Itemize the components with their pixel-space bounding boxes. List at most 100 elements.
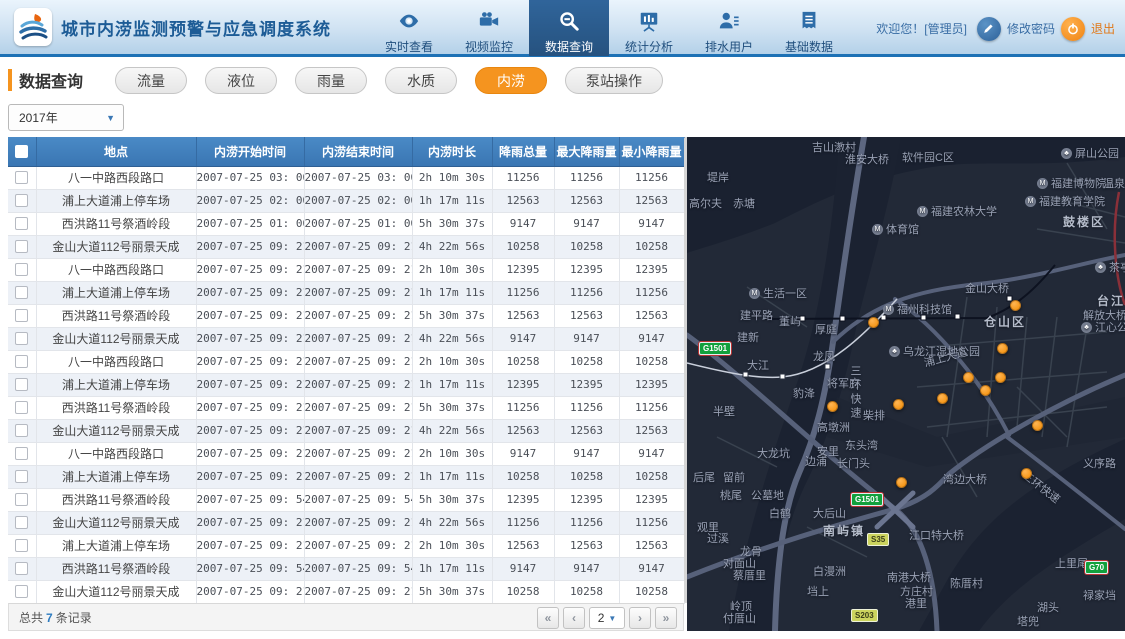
map-label: M 生活一区 <box>749 285 807 301</box>
row-checkbox[interactable] <box>15 585 29 598</box>
prev-page-button[interactable]: ‹ <box>563 607 585 629</box>
metro-icon: M <box>749 287 760 299</box>
nav-item-3[interactable]: 数据查询 <box>529 0 609 56</box>
waterlogging-marker[interactable] <box>995 372 1006 383</box>
app-logo-icon <box>14 8 52 46</box>
waterlogging-marker[interactable] <box>893 399 904 410</box>
logout-link[interactable]: 退出 <box>1091 20 1115 37</box>
nav-item-label: 统计分析 <box>624 39 673 54</box>
cell-min-rainfall: 10258 <box>619 235 685 259</box>
park-icon: ♣ <box>1081 321 1092 333</box>
row-checkbox[interactable] <box>15 263 29 276</box>
table-row[interactable]: 八一中路西段路口 2007-07-25 09: 21 2007-07-25 09: … <box>8 258 685 282</box>
table-row[interactable]: 西洪路11号祭酒岭段 2007-07-25 09: 54 2007-07-25 09… <box>8 557 685 581</box>
change-password-link[interactable]: 修改密码 <box>1007 20 1055 37</box>
table-row[interactable]: 西洪路11号祭酒岭段 2007-07-25 09: 54 2007-07-25 09… <box>8 488 685 512</box>
table-row[interactable]: 金山大道112号丽景天成 2007-07-25 09: 21 2007-07-25 … <box>8 419 685 443</box>
row-checkbox[interactable] <box>15 286 29 299</box>
select-all-checkbox[interactable] <box>15 144 29 158</box>
tab-4[interactable]: 水质 <box>385 66 458 94</box>
table-row[interactable]: 西洪路11号祭酒岭段 2007-07-25 01: 00 2007-07-25 01… <box>8 212 685 236</box>
row-checkbox[interactable] <box>15 217 29 230</box>
table-row[interactable]: 八一中路西段路口 2007-07-25 03: 00 2007-07-25 03: … <box>8 166 685 190</box>
map-label: 南屿镇 <box>823 522 865 539</box>
waterlogging-marker[interactable] <box>868 317 879 328</box>
cell-duration: 5h 30m 37s <box>412 396 493 420</box>
map-label: 湖头 <box>1037 599 1059 615</box>
cell-total-rainfall: 12563 <box>492 419 555 443</box>
row-checkbox[interactable] <box>15 562 29 575</box>
row-checkbox[interactable] <box>15 378 29 391</box>
row-checkbox[interactable] <box>15 309 29 322</box>
map-label: M 福建农林大学 <box>917 203 997 219</box>
cell-location: 西洪路11号祭酒岭段 <box>36 304 197 328</box>
map-panel[interactable]: 吉山漖村 淮安大桥 软件园C区 ♣ 屏山公园 堤岸 M 福建博物院 温泉 高尔夫 赤塘 M 福建教育学院… <box>687 137 1125 631</box>
waterlogging-marker[interactable] <box>937 393 948 404</box>
row-checkbox[interactable] <box>15 401 29 414</box>
nav-item-1[interactable]: 实时查看 <box>369 0 449 56</box>
year-select[interactable]: 2017年 ▼ <box>8 104 124 131</box>
map-label-text: 半壁 <box>713 406 735 418</box>
tab-1[interactable]: 流量 <box>115 66 188 94</box>
cell-end-time: 2007-07-25 09: 21 <box>304 465 413 489</box>
waterlogging-marker[interactable] <box>827 401 838 412</box>
row-checkbox[interactable] <box>15 194 29 207</box>
table-row[interactable]: 西洪路11号祭酒岭段 2007-07-25 09: 21 2007-07-25 09… <box>8 396 685 420</box>
cell-total-rainfall: 12395 <box>492 373 555 397</box>
table-row[interactable]: 八一中路西段路口 2007-07-25 09: 21 2007-07-25 09: … <box>8 350 685 374</box>
nav-item-2[interactable]: 视频监控 <box>449 0 529 56</box>
row-checkbox[interactable] <box>15 424 29 437</box>
first-page-button[interactable]: « <box>537 607 559 629</box>
cell-duration: 1h 17m 11s <box>412 281 493 305</box>
cell-checkbox <box>8 580 37 604</box>
page-select[interactable]: 2 ▼ <box>589 607 625 629</box>
row-checkbox[interactable] <box>15 470 29 483</box>
category-tabs: 流量 液位 雨量 水质 内涝 泵站操作 <box>115 66 664 94</box>
table-row[interactable]: 金山大道112号丽景天成 2007-07-25 09: 21 2007-07-25 … <box>8 511 685 535</box>
tab-6[interactable]: 泵站操作 <box>565 66 664 94</box>
nav-item-5[interactable]: 排水用户 <box>689 0 769 56</box>
table-row[interactable]: 浦上大道浦上停车场 2007-07-25 09: 21 2007-07-25 09:… <box>8 281 685 305</box>
cell-location: 浦上大道浦上停车场 <box>36 189 197 213</box>
waterlogging-marker[interactable] <box>1032 420 1043 431</box>
cell-total-rainfall: 11256 <box>492 166 555 190</box>
tab-5[interactable]: 内涝 <box>475 66 548 94</box>
map-label-text: 堤岸 <box>707 172 729 184</box>
row-checkbox[interactable] <box>15 493 29 506</box>
power-icon[interactable] <box>1060 16 1085 41</box>
park-icon: ♣ <box>889 345 900 357</box>
row-checkbox[interactable] <box>15 332 29 345</box>
table-row[interactable]: 浦上大道浦上停车场 2007-07-25 09: 21 2007-07-25 09:… <box>8 534 685 558</box>
table-row[interactable]: 浦上大道浦上停车场 2007-07-25 09: 21 2007-07-25 09:… <box>8 465 685 489</box>
cell-total-rainfall: 11256 <box>492 511 555 535</box>
waterlogging-marker[interactable] <box>980 385 991 396</box>
table-row[interactable]: 金山大道112号丽景天成 2007-07-25 09: 21 2007-07-25 … <box>8 235 685 259</box>
row-checkbox[interactable] <box>15 539 29 552</box>
tab-3[interactable]: 雨量 <box>295 66 368 94</box>
table-row[interactable]: 金山大道112号丽景天成 2007-07-25 09: 21 2007-07-25 … <box>8 327 685 351</box>
table-row[interactable]: 浦上大道浦上停车场 2007-07-25 09: 21 2007-07-25 09:… <box>8 373 685 397</box>
cell-checkbox <box>8 557 37 581</box>
table-row[interactable]: 金山大道112号丽景天成 2007-07-25 09: 21 2007-07-25 … <box>8 580 685 604</box>
last-page-button[interactable]: » <box>655 607 677 629</box>
cell-location: 金山大道112号丽景天成 <box>36 235 197 259</box>
cell-start-time: 2007-07-25 01: 00 <box>196 212 305 236</box>
nav-item-4[interactable]: 统计分析 <box>609 0 689 56</box>
waterlogging-marker[interactable] <box>896 477 907 488</box>
table-row[interactable]: 浦上大道浦上停车场 2007-07-25 02: 00 2007-07-25 02:… <box>8 189 685 213</box>
nav-item-6[interactable]: 基础数据 <box>769 0 849 56</box>
edit-pencil-icon[interactable] <box>976 16 1001 41</box>
table-row[interactable]: 八一中路西段路口 2007-07-25 09: 21 2007-07-25 09: … <box>8 442 685 466</box>
tab-2[interactable]: 液位 <box>205 66 278 94</box>
waterlogging-marker[interactable] <box>963 372 974 383</box>
waterlogging-marker[interactable] <box>1021 468 1032 479</box>
waterlogging-marker[interactable] <box>997 343 1008 354</box>
waterlogging-marker[interactable] <box>1010 300 1021 311</box>
next-page-button[interactable]: › <box>629 607 651 629</box>
row-checkbox[interactable] <box>15 240 29 253</box>
row-checkbox[interactable] <box>15 447 29 460</box>
row-checkbox[interactable] <box>15 355 29 368</box>
row-checkbox[interactable] <box>15 171 29 184</box>
table-row[interactable]: 西洪路11号祭酒岭段 2007-07-25 09: 21 2007-07-25 09… <box>8 304 685 328</box>
row-checkbox[interactable] <box>15 516 29 529</box>
